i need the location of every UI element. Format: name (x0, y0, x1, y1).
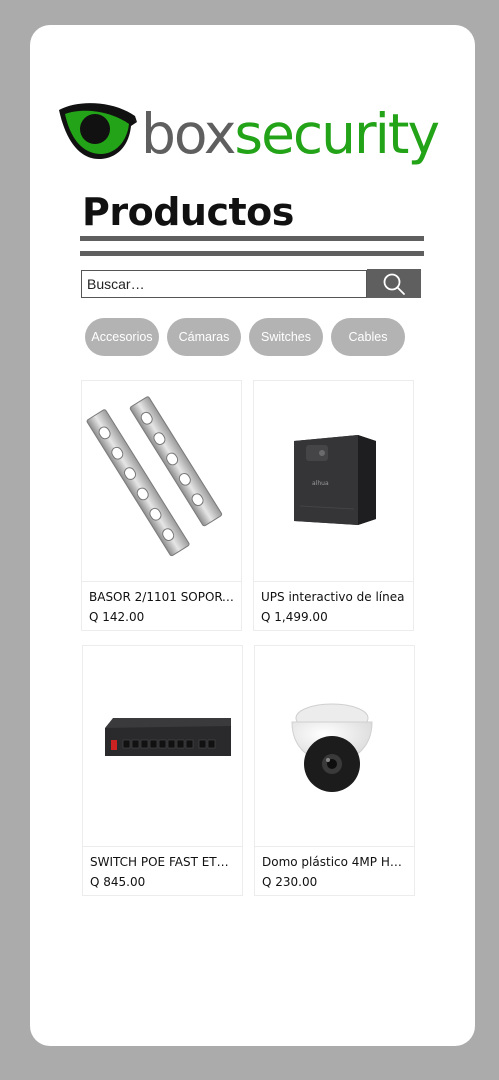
page-title: Productos (82, 190, 294, 234)
product-name: Domo plástico 4MP HDCVI (262, 855, 407, 869)
search-button[interactable] (367, 269, 421, 298)
dome-camera-image (255, 703, 414, 847)
product-price: Q 845.00 (90, 875, 146, 889)
filter-cables[interactable]: Cables (331, 318, 405, 356)
search-input[interactable] (81, 270, 367, 298)
filter-switches[interactable]: Switches (249, 318, 323, 356)
eye-logo-icon (59, 103, 137, 160)
ups-image: alhua (254, 435, 413, 582)
svg-text:alhua: alhua (312, 480, 329, 487)
product-price: Q 1,499.00 (261, 610, 328, 624)
title-divider-top (80, 236, 424, 241)
product-name: SWITCH POE FAST ETHERNET (90, 855, 235, 869)
product-card[interactable]: Domo plástico 4MP HDCVI Q 230.00 (254, 645, 415, 896)
product-card[interactable]: BASOR 2/1101 SOPORTE DIN Q 142.00 (81, 380, 242, 631)
din-rail-image (82, 396, 241, 582)
product-name: BASOR 2/1101 SOPORTE DIN (89, 590, 234, 604)
category-filters: Accesorios Cámaras Switches Cables (85, 318, 405, 356)
product-card[interactable]: alhua UPS interactivo de línea Q 1,499.0… (253, 380, 414, 631)
search-icon (383, 273, 405, 295)
logo-text-box: box (141, 102, 236, 166)
product-card[interactable]: SWITCH POE FAST ETHERNET Q 845.00 (82, 645, 243, 896)
poe-switch-image (83, 718, 242, 847)
product-price: Q 142.00 (89, 610, 145, 624)
filter-accesorios[interactable]: Accesorios (85, 318, 159, 356)
filter-camaras[interactable]: Cámaras (167, 318, 241, 356)
logo-text-security: security (234, 102, 440, 166)
product-price: Q 230.00 (262, 875, 318, 889)
title-divider-bottom (80, 251, 424, 256)
logo-wordmark: boxsecurity (141, 102, 440, 166)
product-name: UPS interactivo de línea (261, 590, 405, 604)
boxsecurity-logo: boxsecurity (57, 102, 441, 180)
